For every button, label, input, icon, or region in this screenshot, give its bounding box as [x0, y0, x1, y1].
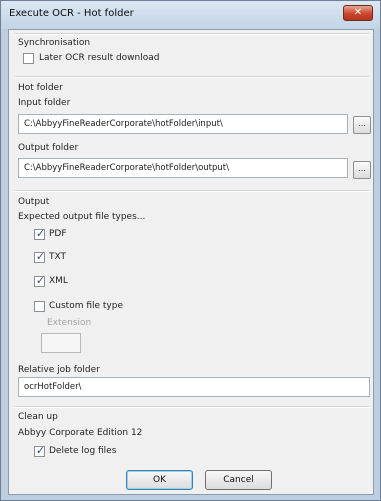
section-divider	[15, 406, 369, 408]
checkmark-icon: ✓	[35, 250, 46, 263]
output-folder-browse-button[interactable]: ...	[353, 161, 371, 179]
input-folder-browse-button[interactable]: ...	[353, 116, 371, 134]
execute-ocr-dialog: Execute OCR - Hot folder ✕ Synchronisati…	[0, 0, 381, 501]
output-folder-field[interactable]: C:\AbbyyFineReaderCorporate\hotFolder\ou…	[18, 158, 348, 178]
relative-job-folder-field[interactable]: ocrHotFolder\	[18, 377, 370, 397]
checkmark-icon: ✓	[35, 444, 46, 457]
hot-folder-heading: Hot folder	[18, 83, 63, 93]
input-folder-label: Input folder	[18, 98, 71, 108]
edition-label: Abbyy Corporate Edition 12	[18, 428, 143, 438]
section-divider	[15, 76, 369, 78]
clean-up-heading: Clean up	[18, 412, 58, 422]
checkmark-icon: ✓	[35, 227, 46, 240]
txt-checkbox[interactable]: ✓	[34, 250, 46, 263]
synchronisation-heading: Synchronisation	[18, 38, 91, 48]
delete-log-files-label: Delete log files	[49, 446, 117, 456]
title-bar[interactable]: Execute OCR - Hot folder ✕	[1, 1, 380, 29]
relative-job-folder-label: Relative job folder	[18, 365, 100, 375]
extension-label: Extension	[47, 318, 92, 328]
section-divider	[15, 190, 369, 192]
window-title: Execute OCR - Hot folder	[9, 8, 134, 19]
later-download-label: Later OCR result download	[39, 53, 160, 63]
input-folder-field[interactable]: C:\AbbyyFineReaderCorporate\hotFolder\in…	[18, 114, 348, 134]
close-button[interactable]: ✕	[343, 5, 373, 21]
extension-field[interactable]	[41, 333, 81, 353]
dialog-body: Synchronisation Later OCR result downloa…	[8, 29, 374, 495]
ok-button[interactable]: OK	[126, 470, 193, 490]
cancel-button[interactable]: Cancel	[205, 470, 272, 490]
output-heading: Output	[18, 197, 50, 207]
checkmark-icon: ✓	[35, 274, 46, 287]
txt-label: TXT	[49, 252, 67, 262]
output-folder-label: Output folder	[18, 143, 79, 153]
later-download-checkbox[interactable]	[23, 53, 34, 64]
output-types-label: Expected output file types...	[18, 212, 146, 222]
xml-label: XML	[49, 276, 68, 286]
pdf-label: PDF	[49, 229, 67, 239]
section-divider	[15, 33, 369, 35]
pdf-checkbox[interactable]: ✓	[34, 227, 46, 240]
xml-checkbox[interactable]: ✓	[34, 274, 46, 287]
custom-file-type-checkbox[interactable]	[34, 301, 45, 312]
custom-file-type-label: Custom file type	[49, 301, 124, 311]
close-icon: ✕	[353, 7, 363, 18]
delete-log-files-checkbox[interactable]: ✓	[34, 444, 46, 457]
